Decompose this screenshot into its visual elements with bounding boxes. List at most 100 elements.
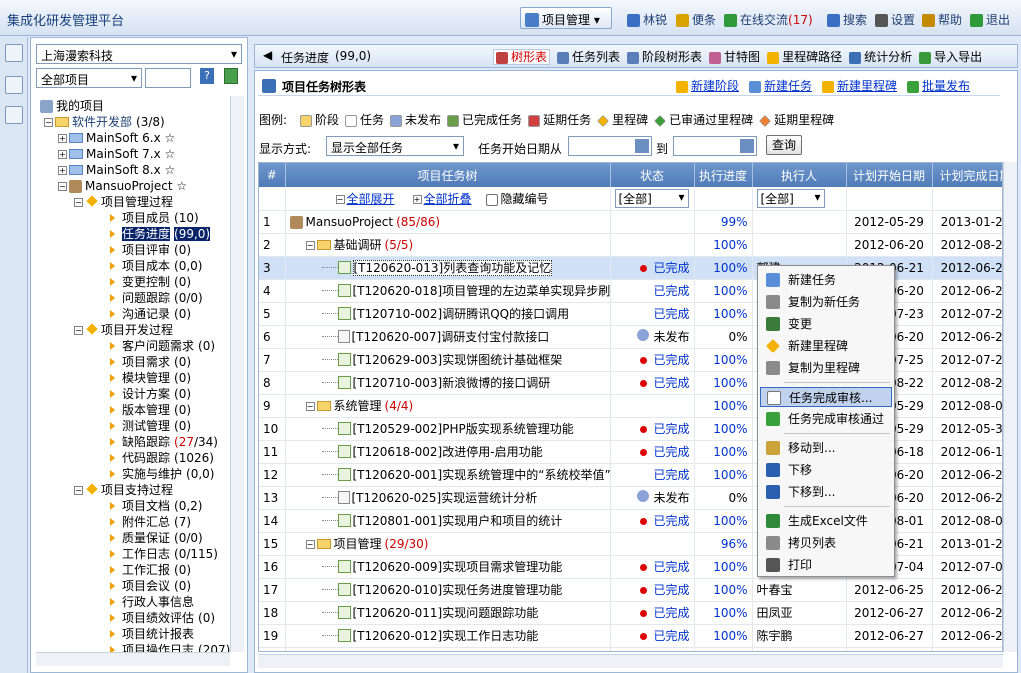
tree-node[interactable]: 缺陷跟踪 (27/34) [106, 434, 218, 450]
calendar-icon[interactable] [635, 139, 649, 153]
collapse-icon[interactable]: − [335, 194, 345, 204]
view-tab-4[interactable]: 里程碑路径 [767, 50, 842, 64]
tools-icon[interactable] [5, 106, 23, 124]
nav-logout[interactable]: 退出 [970, 11, 1010, 28]
collapse-icon[interactable]: − [44, 118, 53, 127]
task-cell[interactable]: − 系统管理 (4/4) [285, 394, 611, 418]
tree-node[interactable]: 客户问题需求 (0) [106, 338, 215, 354]
tree-node[interactable]: 项目文档 (0,2) [106, 498, 202, 514]
column-header-3[interactable]: 执行进度 [694, 163, 753, 187]
nav-chat[interactable]: 在线交流(17) [724, 11, 813, 28]
query-button[interactable]: 查询 [766, 135, 802, 155]
task-cell[interactable]: [T120801-001]实现用户和项目的统计 [285, 509, 611, 533]
task-cell[interactable]: [T120710-003]新浪微博的接口调研 [285, 371, 611, 395]
tree-node[interactable]: 项目绩效评估 (0) [106, 610, 215, 626]
column-header-5[interactable]: 计划开始日期 [846, 163, 933, 187]
task-cell[interactable]: [T120618-002]改进停用-启用功能 [285, 440, 611, 464]
task-cell[interactable]: − 项目管理 (29/30) [285, 532, 611, 556]
tree-horizontal-scrollbar[interactable] [36, 652, 230, 666]
tree-node[interactable]: 质量保证 (0/0) [106, 530, 203, 546]
start-date-from-input[interactable] [568, 136, 652, 156]
task-cell[interactable]: [T120620-001]实现系统管理中的“系统校举值”... [285, 463, 611, 487]
task-cell[interactable]: [T120620-014]实现项目文档功能 [285, 647, 611, 651]
tree-node[interactable]: 版本管理 (0) [106, 402, 191, 418]
menu-item-4[interactable]: 复制为里程碑 [760, 358, 892, 378]
tree-node[interactable]: − 项目管理过程 [74, 194, 173, 210]
task-cell[interactable]: [T120620-018]项目管理的左边菜单实现异步刷新... [285, 279, 611, 303]
collapse-left-icon[interactable]: ◀ [263, 48, 272, 62]
table-row[interactable]: 2 − 基础调研(5/5) 100% 2012-06-202012-08-23 [259, 233, 1002, 257]
workspace-icon[interactable] [5, 44, 23, 62]
collapse-icon[interactable]: − [305, 402, 315, 411]
view-tab-1[interactable]: 任务列表 [557, 50, 620, 64]
nav-search[interactable]: 搜索 [827, 11, 867, 28]
task-cell[interactable]: MansuoProject (85/86) [285, 210, 611, 234]
task-cell[interactable]: − 基础调研 (5/5) [285, 233, 611, 257]
help-icon[interactable]: ? [200, 68, 214, 84]
tree-node[interactable]: − 项目支持过程 [74, 482, 173, 498]
expand-icon[interactable]: + [412, 194, 422, 204]
menu-item-6[interactable]: 任务完成审核通过 [760, 409, 892, 429]
start-date-to-input[interactable] [673, 136, 757, 156]
tree-node[interactable]: 项目统计报表 [106, 626, 194, 642]
menu-item-11[interactable]: 拷贝列表 [760, 533, 892, 553]
view-tab-6[interactable]: 导入导出 [919, 50, 982, 64]
action-link-0[interactable]: 新建阶段 [676, 79, 739, 93]
tree-node[interactable]: 项目操作日志 (207) [106, 642, 230, 652]
executor-filter-select[interactable]: [全部] ▾ [756, 188, 825, 208]
menu-item-8[interactable]: 下移 [760, 460, 892, 480]
collapse-icon[interactable]: − [74, 326, 83, 335]
column-header-2[interactable]: 状态 [610, 163, 695, 187]
menu-item-2[interactable]: 变更 [760, 314, 892, 334]
column-header-1[interactable]: 项目任务树 [285, 163, 611, 187]
nav-settings[interactable]: 设置 [875, 11, 915, 28]
collapse-icon[interactable]: − [305, 540, 315, 549]
task-cell[interactable]: [T120620-009]实现项目需求管理功能 [285, 555, 611, 579]
tree-node[interactable]: − 软件开发部 (3/8) [44, 114, 165, 130]
action-link-2[interactable]: 新建里程碑 [822, 79, 897, 93]
nav-help[interactable]: 帮助 [922, 11, 962, 28]
table-row[interactable]: 20[T120620-014]实现项目文档功能已完成100%叶春宝2012-06… [259, 647, 1002, 651]
table-row[interactable]: 18 [T120620-011]实现问题跟踪功能 已完成 100% 田凤亚 2012-06… [259, 601, 1002, 625]
menu-item-9[interactable]: 下移到... [760, 482, 892, 502]
menu-item-10[interactable]: 生成Excel文件 [760, 511, 892, 531]
menu-item-1[interactable]: 复制为新任务 [760, 292, 892, 312]
collapse-icon[interactable]: − [74, 198, 83, 207]
project-search-input[interactable] [145, 68, 191, 88]
module-dropdown[interactable]: 项目管理 ▾ [520, 7, 612, 29]
grid-horizontal-scrollbar[interactable] [258, 654, 1003, 668]
collapse-all-link[interactable]: 全部折叠 [424, 192, 472, 206]
table-row[interactable]: 19 [T120620-012]实现工作日志功能 已完成 100% 陈宇鹏 2012-06… [259, 624, 1002, 648]
tree-node[interactable]: 我的项目 [40, 98, 104, 114]
status-filter-select[interactable]: [全部] ▾ [614, 188, 689, 208]
tree-node[interactable]: − 项目开发过程 [74, 322, 173, 338]
tree-node[interactable]: 实施与维护 (0,0) [106, 466, 214, 482]
tree-node[interactable]: 问题跟踪 (0/0) [106, 290, 203, 306]
tree-node[interactable]: 设计方案 (0) [106, 386, 191, 402]
nav-user[interactable]: 林锐 [627, 11, 667, 28]
tree-node[interactable]: − MansuoProject ☆ [58, 178, 187, 194]
task-cell[interactable]: [T120710-002]调研腾讯QQ的接口调用 [285, 302, 611, 326]
tree-node[interactable]: 项目评审 (0) [106, 242, 191, 258]
task-cell[interactable]: [T120620-011]实现问题跟踪功能 [285, 601, 611, 625]
action-link-3[interactable]: 批量发布 [907, 79, 970, 93]
tree-node[interactable]: 项目需求 (0) [106, 354, 191, 370]
task-cell[interactable]: [T120629-003]实现饼图统计基础框架 [285, 348, 611, 372]
tree-node[interactable]: 项目成员 (10) [106, 210, 199, 226]
view-tab-5[interactable]: 统计分析 [849, 50, 912, 64]
tree-node[interactable]: 测试管理 (0) [106, 418, 191, 434]
calendar-icon[interactable] [740, 139, 754, 153]
grid-vertical-scrollbar[interactable] [1003, 162, 1017, 652]
task-cell[interactable]: [T120620-010]实现任务进度管理功能 [285, 578, 611, 602]
refresh-icon[interactable] [224, 68, 238, 84]
display-mode-select[interactable]: 显示全部任务 ▾ [326, 136, 464, 156]
task-cell[interactable]: [T120620-012]实现工作日志功能 [285, 624, 611, 648]
task-cell[interactable]: [T120620-025]实现运营统计分析 [285, 486, 611, 510]
tree-node[interactable]: 任务进度 (99,0) [106, 226, 211, 242]
tree-node[interactable]: + MainSoft 7.x ☆ [58, 146, 175, 162]
company-select[interactable]: 上海漫索科技 ▾ [36, 44, 242, 64]
expand-all-link[interactable]: 全部展开 [347, 192, 395, 206]
mail-icon[interactable] [5, 76, 23, 94]
expand-icon[interactable]: + [58, 150, 67, 159]
task-cell[interactable]: [T120620-007]调研支付宝付款接口 [285, 325, 611, 349]
